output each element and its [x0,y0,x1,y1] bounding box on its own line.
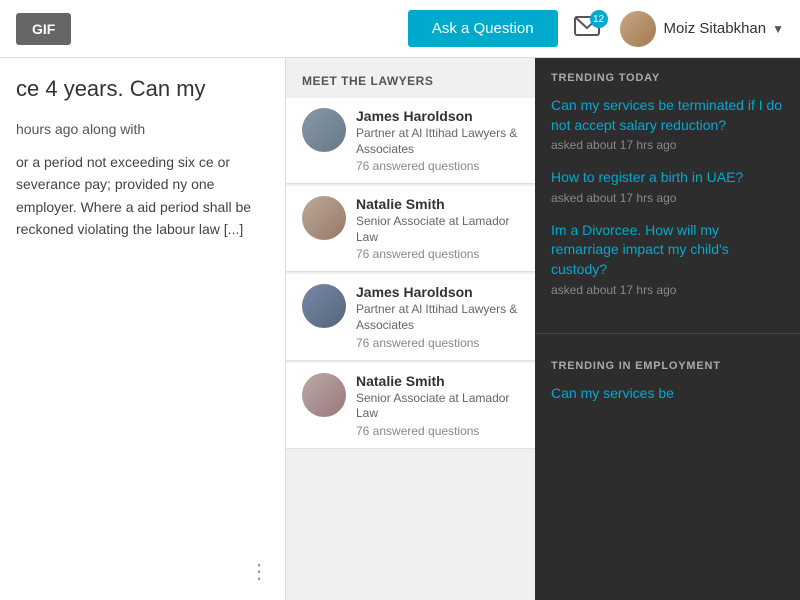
lawyer-info: James Haroldson Partner at Al Ittihad La… [356,108,519,173]
trending-today-item: How to register a birth in UAE? asked ab… [551,168,784,205]
user-menu[interactable]: Moiz Sitabkhan ▼ [620,11,784,47]
trending-question[interactable]: How to register a birth in UAE? [551,168,784,188]
trending-question[interactable]: Im a Divorcee. How will my remarriage im… [551,221,784,280]
avatar [620,11,656,47]
trending-time: asked about 17 hrs ago [551,283,784,297]
lawyer-questions: 76 answered questions [356,336,519,350]
lawyer-item[interactable]: Natalie Smith Senior Associate at Lamado… [286,186,535,272]
trending-employment-item: Can my services be [551,384,784,404]
lawyer-item[interactable]: James Haroldson Partner at Al Ittihad La… [286,98,535,184]
lawyers-list: James Haroldson Partner at Al Ittihad La… [286,98,535,449]
lawyer-item[interactable]: James Haroldson Partner at Al Ittihad La… [286,274,535,360]
lawyer-avatar [302,284,346,328]
trending-time: asked about 17 hrs ago [551,138,784,152]
lawyer-name: Natalie Smith [356,196,519,212]
lawyers-panel-title: MEET THE LAWYERS [286,58,535,98]
lawyer-info: James Haroldson Partner at Al Ittihad La… [356,284,519,349]
lawyer-name: Natalie Smith [356,373,519,389]
lawyer-name: James Haroldson [356,108,519,124]
dropdown-arrow-icon: ▼ [772,22,784,36]
trending-today-item: Can my services be terminated if I do no… [551,96,784,152]
lawyer-item[interactable]: Natalie Smith Senior Associate at Lamado… [286,363,535,449]
article-title: ce 4 years. Can my [16,74,269,105]
lawyer-info: Natalie Smith Senior Associate at Lamado… [356,196,519,261]
lawyer-avatar [302,373,346,417]
lawyer-name: James Haroldson [356,284,519,300]
main-content: ce 4 years. Can my hours ago along with … [0,58,800,600]
lawyer-title: Senior Associate at Lamador Law [356,214,519,245]
trending-today-item: Im a Divorcee. How will my remarriage im… [551,221,784,297]
left-panel: ce 4 years. Can my hours ago along with … [0,58,285,600]
trending-question[interactable]: Can my services be [551,384,784,404]
trending-employment-section: TRENDING IN EMPLOYMENT Can my services b… [535,346,800,434]
trending-time: asked about 17 hrs ago [551,191,784,205]
trending-employment-title: TRENDING IN EMPLOYMENT [551,360,784,372]
lawyer-questions: 76 answered questions [356,424,519,438]
lawyer-questions: 76 answered questions [356,247,519,261]
lawyer-title: Senior Associate at Lamador Law [356,391,519,422]
lawyer-info: Natalie Smith Senior Associate at Lamado… [356,373,519,438]
article-body: or a period not exceeding six ce or seve… [16,151,269,241]
user-name: Moiz Sitabkhan [664,20,767,37]
mail-badge: 12 [590,10,608,28]
trending-employment-list: Can my services be [551,384,784,404]
trending-today-list: Can my services be terminated if I do no… [551,96,784,297]
trending-panel: TRENDING TODAY Can my services be termin… [535,58,800,600]
trending-divider [535,333,800,334]
lawyer-title: Partner at Al Ittihad Lawyers & Associat… [356,302,519,333]
lawyer-avatar [302,196,346,240]
header: GIF Ask a Question 12 Moiz Sitabkhan ▼ [0,0,800,58]
ask-question-button[interactable]: Ask a Question [408,10,558,47]
lawyer-title: Partner at Al Ittihad Lawyers & Associat… [356,126,519,157]
trending-today-section: TRENDING TODAY Can my services be termin… [535,58,800,327]
lawyer-questions: 76 answered questions [356,159,519,173]
article-subtext: hours ago along with [16,121,269,137]
more-options-icon[interactable]: ⋮ [249,559,269,584]
mail-icon-wrap[interactable]: 12 [574,16,600,41]
lawyers-panel: MEET THE LAWYERS James Haroldson Partner… [285,58,535,600]
lawyer-avatar [302,108,346,152]
gif-button[interactable]: GIF [16,13,71,45]
trending-today-title: TRENDING TODAY [551,72,784,84]
trending-question[interactable]: Can my services be terminated if I do no… [551,96,784,135]
